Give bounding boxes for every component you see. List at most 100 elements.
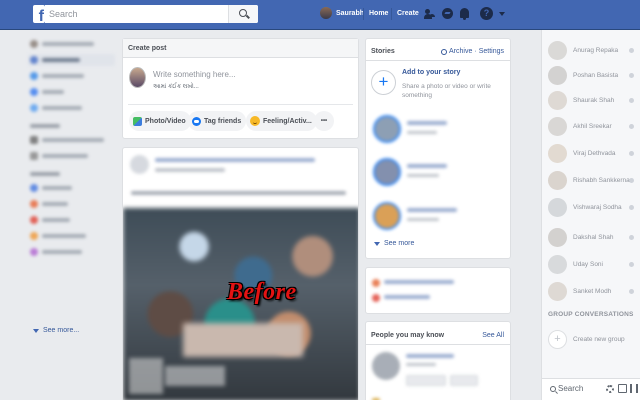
people-you-may-know-card: People you may know See All bbox=[365, 321, 511, 400]
messenger-icon[interactable] bbox=[442, 8, 453, 19]
archive-link[interactable]: Archive bbox=[449, 48, 472, 55]
create-post-card: Create post Write something here... આમાં… bbox=[122, 38, 359, 139]
sidebar-item[interactable] bbox=[30, 182, 115, 194]
status-dot bbox=[629, 177, 634, 183]
sidebar-section-title bbox=[30, 172, 60, 176]
sidebar-item[interactable] bbox=[30, 214, 115, 226]
feeling-activity-button[interactable]: Feeling/Activ... bbox=[246, 111, 317, 131]
chat-contact[interactable]: Uday Soni bbox=[548, 253, 636, 275]
watermark-text bbox=[165, 366, 225, 386]
top-navigation-bar: f Saurabh Home Create ? bbox=[0, 0, 640, 30]
facebook-logo[interactable]: f bbox=[33, 5, 45, 23]
sidebar-item[interactable] bbox=[30, 134, 115, 146]
search-button[interactable] bbox=[228, 5, 258, 23]
story-item[interactable] bbox=[371, 156, 507, 189]
notifications-bell-icon[interactable] bbox=[460, 8, 469, 20]
feeling-activity-label: Feeling/Activ... bbox=[263, 117, 312, 125]
photo-icon bbox=[133, 116, 142, 126]
archive-clock-icon bbox=[441, 48, 448, 55]
sidebar-options-icon[interactable] bbox=[630, 384, 638, 393]
chat-contact[interactable]: Shaurak Shah bbox=[548, 89, 636, 111]
sidebar-item[interactable] bbox=[30, 246, 115, 258]
stories-see-more-link[interactable]: See more bbox=[374, 240, 414, 247]
sidebar-item[interactable] bbox=[30, 198, 115, 210]
sidebar-item[interactable] bbox=[30, 150, 115, 162]
remove-button[interactable] bbox=[450, 375, 478, 386]
profile-link[interactable]: Saurabh bbox=[320, 7, 364, 19]
tag-friends-button[interactable]: Tag friends bbox=[188, 111, 247, 131]
sidebar-item[interactable] bbox=[30, 86, 115, 98]
group-conversations-title: GROUP CONVERSATIONS bbox=[548, 311, 634, 318]
new-message-icon[interactable] bbox=[618, 384, 627, 393]
link-separator: · bbox=[474, 48, 477, 55]
story-item[interactable] bbox=[371, 113, 507, 146]
more-options-button[interactable]: ••• bbox=[314, 111, 334, 131]
divider bbox=[366, 60, 510, 61]
sidebar-item[interactable] bbox=[30, 230, 115, 242]
chat-search-bar[interactable]: Search bbox=[542, 378, 640, 400]
chat-contact[interactable]: Dakshal Shah bbox=[548, 226, 636, 248]
chat-search-input[interactable]: Search bbox=[558, 384, 583, 393]
suggested-person-name[interactable] bbox=[406, 354, 454, 358]
avatar bbox=[320, 7, 332, 19]
home-link[interactable]: Home bbox=[369, 10, 388, 17]
suggestions-card bbox=[365, 267, 511, 314]
create-new-group-button[interactable]: + Create new group bbox=[548, 330, 625, 349]
add-story-button[interactable]: + bbox=[371, 70, 396, 95]
chat-contact[interactable]: Poshan Basista bbox=[548, 64, 636, 86]
nav-divider bbox=[391, 8, 392, 20]
avatar[interactable] bbox=[372, 352, 400, 380]
avatar bbox=[548, 281, 567, 301]
before-overlay-label: Before bbox=[227, 279, 297, 305]
chat-contact[interactable]: Akhil Sreekar bbox=[548, 115, 636, 137]
watermark-logo bbox=[129, 358, 163, 394]
sidebar-item[interactable] bbox=[30, 38, 115, 50]
sidebar-item[interactable] bbox=[30, 102, 115, 114]
sidebar-section-title bbox=[30, 124, 60, 128]
search-icon bbox=[239, 9, 247, 17]
chat-contact-name: Vishwaraj Sodha bbox=[573, 203, 622, 211]
see-all-link[interactable]: See All bbox=[482, 332, 504, 339]
stories-card: Stories Archive · Settings + Add to your… bbox=[365, 38, 511, 259]
avatar[interactable] bbox=[130, 155, 149, 174]
chat-contact[interactable]: Viraj Dethvada bbox=[548, 142, 636, 164]
chat-contact-name: Anurag Repaka bbox=[573, 46, 619, 54]
search-input[interactable] bbox=[45, 5, 225, 23]
settings-link[interactable]: Settings bbox=[479, 48, 504, 55]
help-icon[interactable]: ? bbox=[480, 7, 493, 20]
chat-contact[interactable]: Rishabh Sankkerna bbox=[548, 169, 636, 191]
tag-friends-icon bbox=[192, 116, 201, 126]
nav-divider bbox=[363, 8, 364, 20]
photo-video-button[interactable]: Photo/Video bbox=[129, 111, 191, 131]
account-menu-caret-icon[interactable] bbox=[499, 12, 505, 16]
gear-icon[interactable] bbox=[606, 385, 614, 393]
avatar bbox=[373, 158, 401, 186]
story-item[interactable] bbox=[371, 200, 507, 233]
status-dot bbox=[629, 47, 634, 53]
status-dot bbox=[629, 150, 634, 156]
sidebar-item[interactable] bbox=[30, 70, 115, 82]
chat-contact[interactable]: Sanket Modh bbox=[548, 280, 636, 302]
create-link[interactable]: Create bbox=[397, 10, 419, 17]
chat-contact[interactable]: Anurag Repaka bbox=[548, 39, 636, 61]
chat-contact-name: Viraj Dethvada bbox=[573, 149, 616, 157]
post-composer-input[interactable]: Write something here... bbox=[153, 70, 236, 79]
chat-contact-name: Shaurak Shah bbox=[573, 96, 615, 104]
tag-friends-label: Tag friends bbox=[204, 117, 242, 125]
avatar bbox=[548, 90, 567, 110]
post-composer-subtext: આમાં કંઈક લખો... bbox=[153, 84, 199, 90]
avatar bbox=[548, 143, 567, 163]
create-post-title: Create post bbox=[123, 39, 358, 58]
sidebar-item[interactable] bbox=[28, 54, 115, 66]
friend-requests-icon[interactable] bbox=[424, 8, 436, 20]
mutual-friends-text bbox=[406, 363, 436, 366]
avatar bbox=[129, 67, 146, 88]
add-friend-button[interactable] bbox=[406, 375, 446, 386]
chat-contact[interactable]: Vishwaraj Sodha bbox=[548, 196, 636, 218]
add-to-story-link[interactable]: Add to your story bbox=[402, 69, 460, 76]
sidebar-see-more-link[interactable]: See more... bbox=[33, 327, 79, 334]
status-dot bbox=[629, 288, 634, 294]
status-dot bbox=[629, 72, 634, 78]
avatar bbox=[373, 115, 401, 143]
avatar bbox=[548, 40, 567, 60]
